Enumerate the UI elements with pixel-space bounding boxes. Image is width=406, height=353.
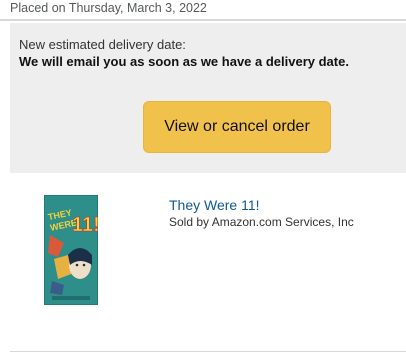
book-cover-icon: THEY WERE 11!: [43, 194, 100, 306]
svg-text:11!: 11!: [72, 214, 98, 236]
order-placed-date: Placed on Thursday, March 3, 2022: [10, 1, 207, 15]
top-divider: [0, 19, 406, 21]
product-cover-image[interactable]: THEY WERE 11!: [43, 194, 100, 306]
estimated-delivery-label: New estimated delivery date:: [19, 37, 186, 52]
delivery-info-panel: New estimated delivery date: We will ema…: [10, 23, 406, 173]
bottom-divider: [10, 351, 406, 352]
delivery-message: We will email you as soon as we have a d…: [19, 54, 349, 69]
view-or-cancel-order-button[interactable]: View or cancel order: [143, 101, 331, 153]
product-seller: Sold by Amazon.com Services, Inc: [169, 215, 354, 229]
product-title-link[interactable]: They Were 11!: [169, 197, 260, 213]
